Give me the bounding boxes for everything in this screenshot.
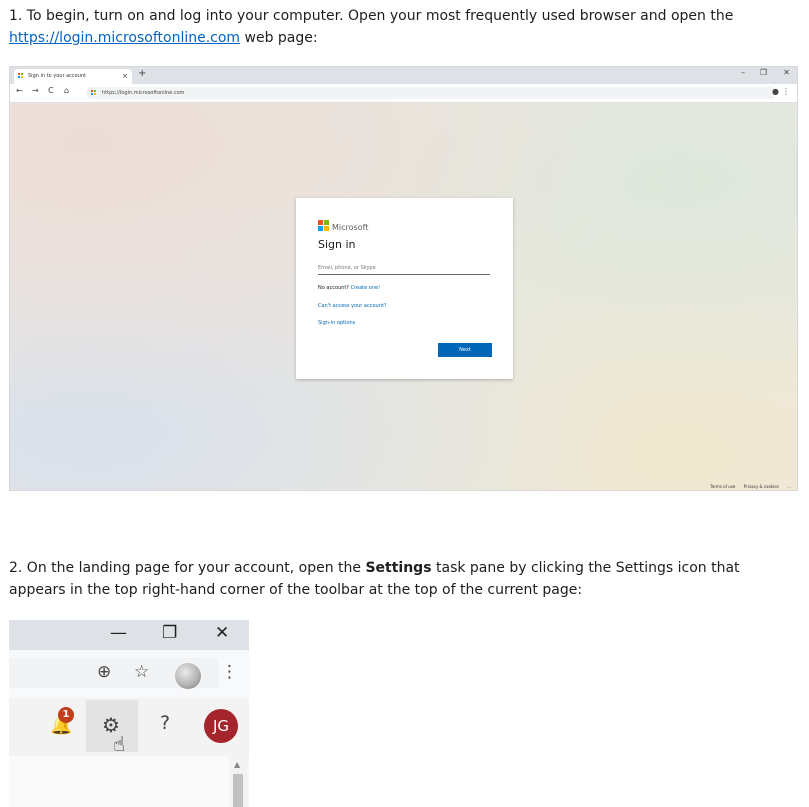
signin-title: Sign in xyxy=(318,238,356,251)
step-1-intro: 1. To begin, turn on and log into your c… xyxy=(9,8,734,24)
forward-icon[interactable]: → xyxy=(32,86,39,95)
scroll-up-icon[interactable]: ▲ xyxy=(234,760,240,769)
create-account-link[interactable]: Create one! xyxy=(351,285,381,291)
user-avatar[interactable]: JG xyxy=(204,709,238,743)
new-tab-icon[interactable]: + xyxy=(138,68,146,79)
scrollbar[interactable]: ▲ xyxy=(230,758,246,807)
no-account-label: No account? xyxy=(318,285,349,291)
page-content xyxy=(9,756,229,807)
microsoft-logo-icon xyxy=(318,220,329,231)
tab-title: Sign in to your account xyxy=(28,73,87,79)
restore-icon[interactable]: ❐ xyxy=(760,68,767,77)
terms-link[interactable]: Terms of use xyxy=(710,484,735,489)
step-2-text: 2. On the landing page for your account,… xyxy=(9,557,799,601)
browser-tab[interactable]: Sign in to your account × xyxy=(14,69,132,84)
step-1-text: 1. To begin, turn on and log into your c… xyxy=(9,5,799,49)
signin-options-link[interactable]: Sign-in options xyxy=(318,320,355,326)
help-icon[interactable]: ? xyxy=(160,712,170,734)
settings-bold: Settings xyxy=(365,560,432,576)
toolbar-row: 🔔 1 ⚙ ☝ ? JG xyxy=(9,698,249,756)
address-bar-row: ⊕ ☆ ⋮ xyxy=(9,650,249,698)
add-icon[interactable]: ⊕ xyxy=(97,662,111,682)
home-icon[interactable]: ⌂ xyxy=(64,86,69,95)
login-page: Microsoft Sign in Email, phone, or Skype… xyxy=(10,103,797,490)
back-icon[interactable]: ← xyxy=(16,86,23,95)
close-icon[interactable]: ✕ xyxy=(783,68,790,77)
url-text: https://login.microsoftonline.com xyxy=(102,90,185,96)
minimize-icon[interactable]: – xyxy=(741,68,745,77)
microsoft-brand: Microsoft xyxy=(318,219,368,232)
close-icon[interactable]: ✕ xyxy=(215,623,229,643)
browser-menu-icon[interactable]: ⋮ xyxy=(221,662,238,682)
scrollbar-thumb[interactable] xyxy=(233,774,243,807)
profile-avatar[interactable] xyxy=(175,663,201,689)
privacy-link[interactable]: Privacy & cookies xyxy=(744,484,779,489)
url-field[interactable]: https://login.microsoftonline.com xyxy=(86,87,776,99)
app-toolbar: 🔔 1 ⚙ ☝ ? JG ▲ xyxy=(9,698,249,807)
hand-cursor-icon: ☝ xyxy=(113,732,126,756)
cant-access-link[interactable]: Can't access your account? xyxy=(318,303,387,309)
browser-screenshot: Sign in to your account × + – ❐ ✕ ← → C … xyxy=(9,66,798,491)
signin-card: Microsoft Sign in Email, phone, or Skype… xyxy=(296,198,513,379)
tab-close-icon[interactable]: × xyxy=(122,69,128,84)
brand-name: Microsoft xyxy=(332,223,369,232)
reload-icon[interactable]: C xyxy=(48,86,54,95)
minimize-icon[interactable]: — xyxy=(110,623,127,643)
address-bar-row: ← → C ⌂ https://login.microsoftonline.co… xyxy=(10,84,797,103)
tab-strip: Sign in to your account × + – ❐ ✕ xyxy=(10,67,797,84)
microsoft-logo-icon xyxy=(18,73,23,78)
profile-icon[interactable]: ● xyxy=(772,87,779,96)
toolbar-screenshot: — ❐ ✕ ⊕ ☆ ⋮ 🔔 1 ⚙ ☝ ? JG ▲ xyxy=(9,620,249,807)
email-field[interactable]: Email, phone, or Skype xyxy=(318,262,490,275)
notification-badge: 1 xyxy=(58,707,74,723)
restore-icon[interactable]: ❐ xyxy=(162,623,177,643)
window-controls: — ❐ ✕ xyxy=(9,620,249,650)
next-button[interactable]: Next xyxy=(438,343,492,357)
step-1-suffix: web page: xyxy=(240,30,318,46)
page-footer: Terms of use Privacy & cookies ... xyxy=(703,484,791,489)
more-options-icon[interactable]: ... xyxy=(787,484,791,489)
login-url-link[interactable]: https://login.microsoftonline.com xyxy=(9,30,240,46)
browser-menu-icon[interactable]: ⋮ xyxy=(782,87,790,96)
microsoft-logo-icon xyxy=(91,90,96,95)
star-icon[interactable]: ☆ xyxy=(134,662,149,682)
no-account-text: No account? Create one! xyxy=(318,285,380,291)
step-2-intro: 2. On the landing page for your account,… xyxy=(9,560,366,576)
